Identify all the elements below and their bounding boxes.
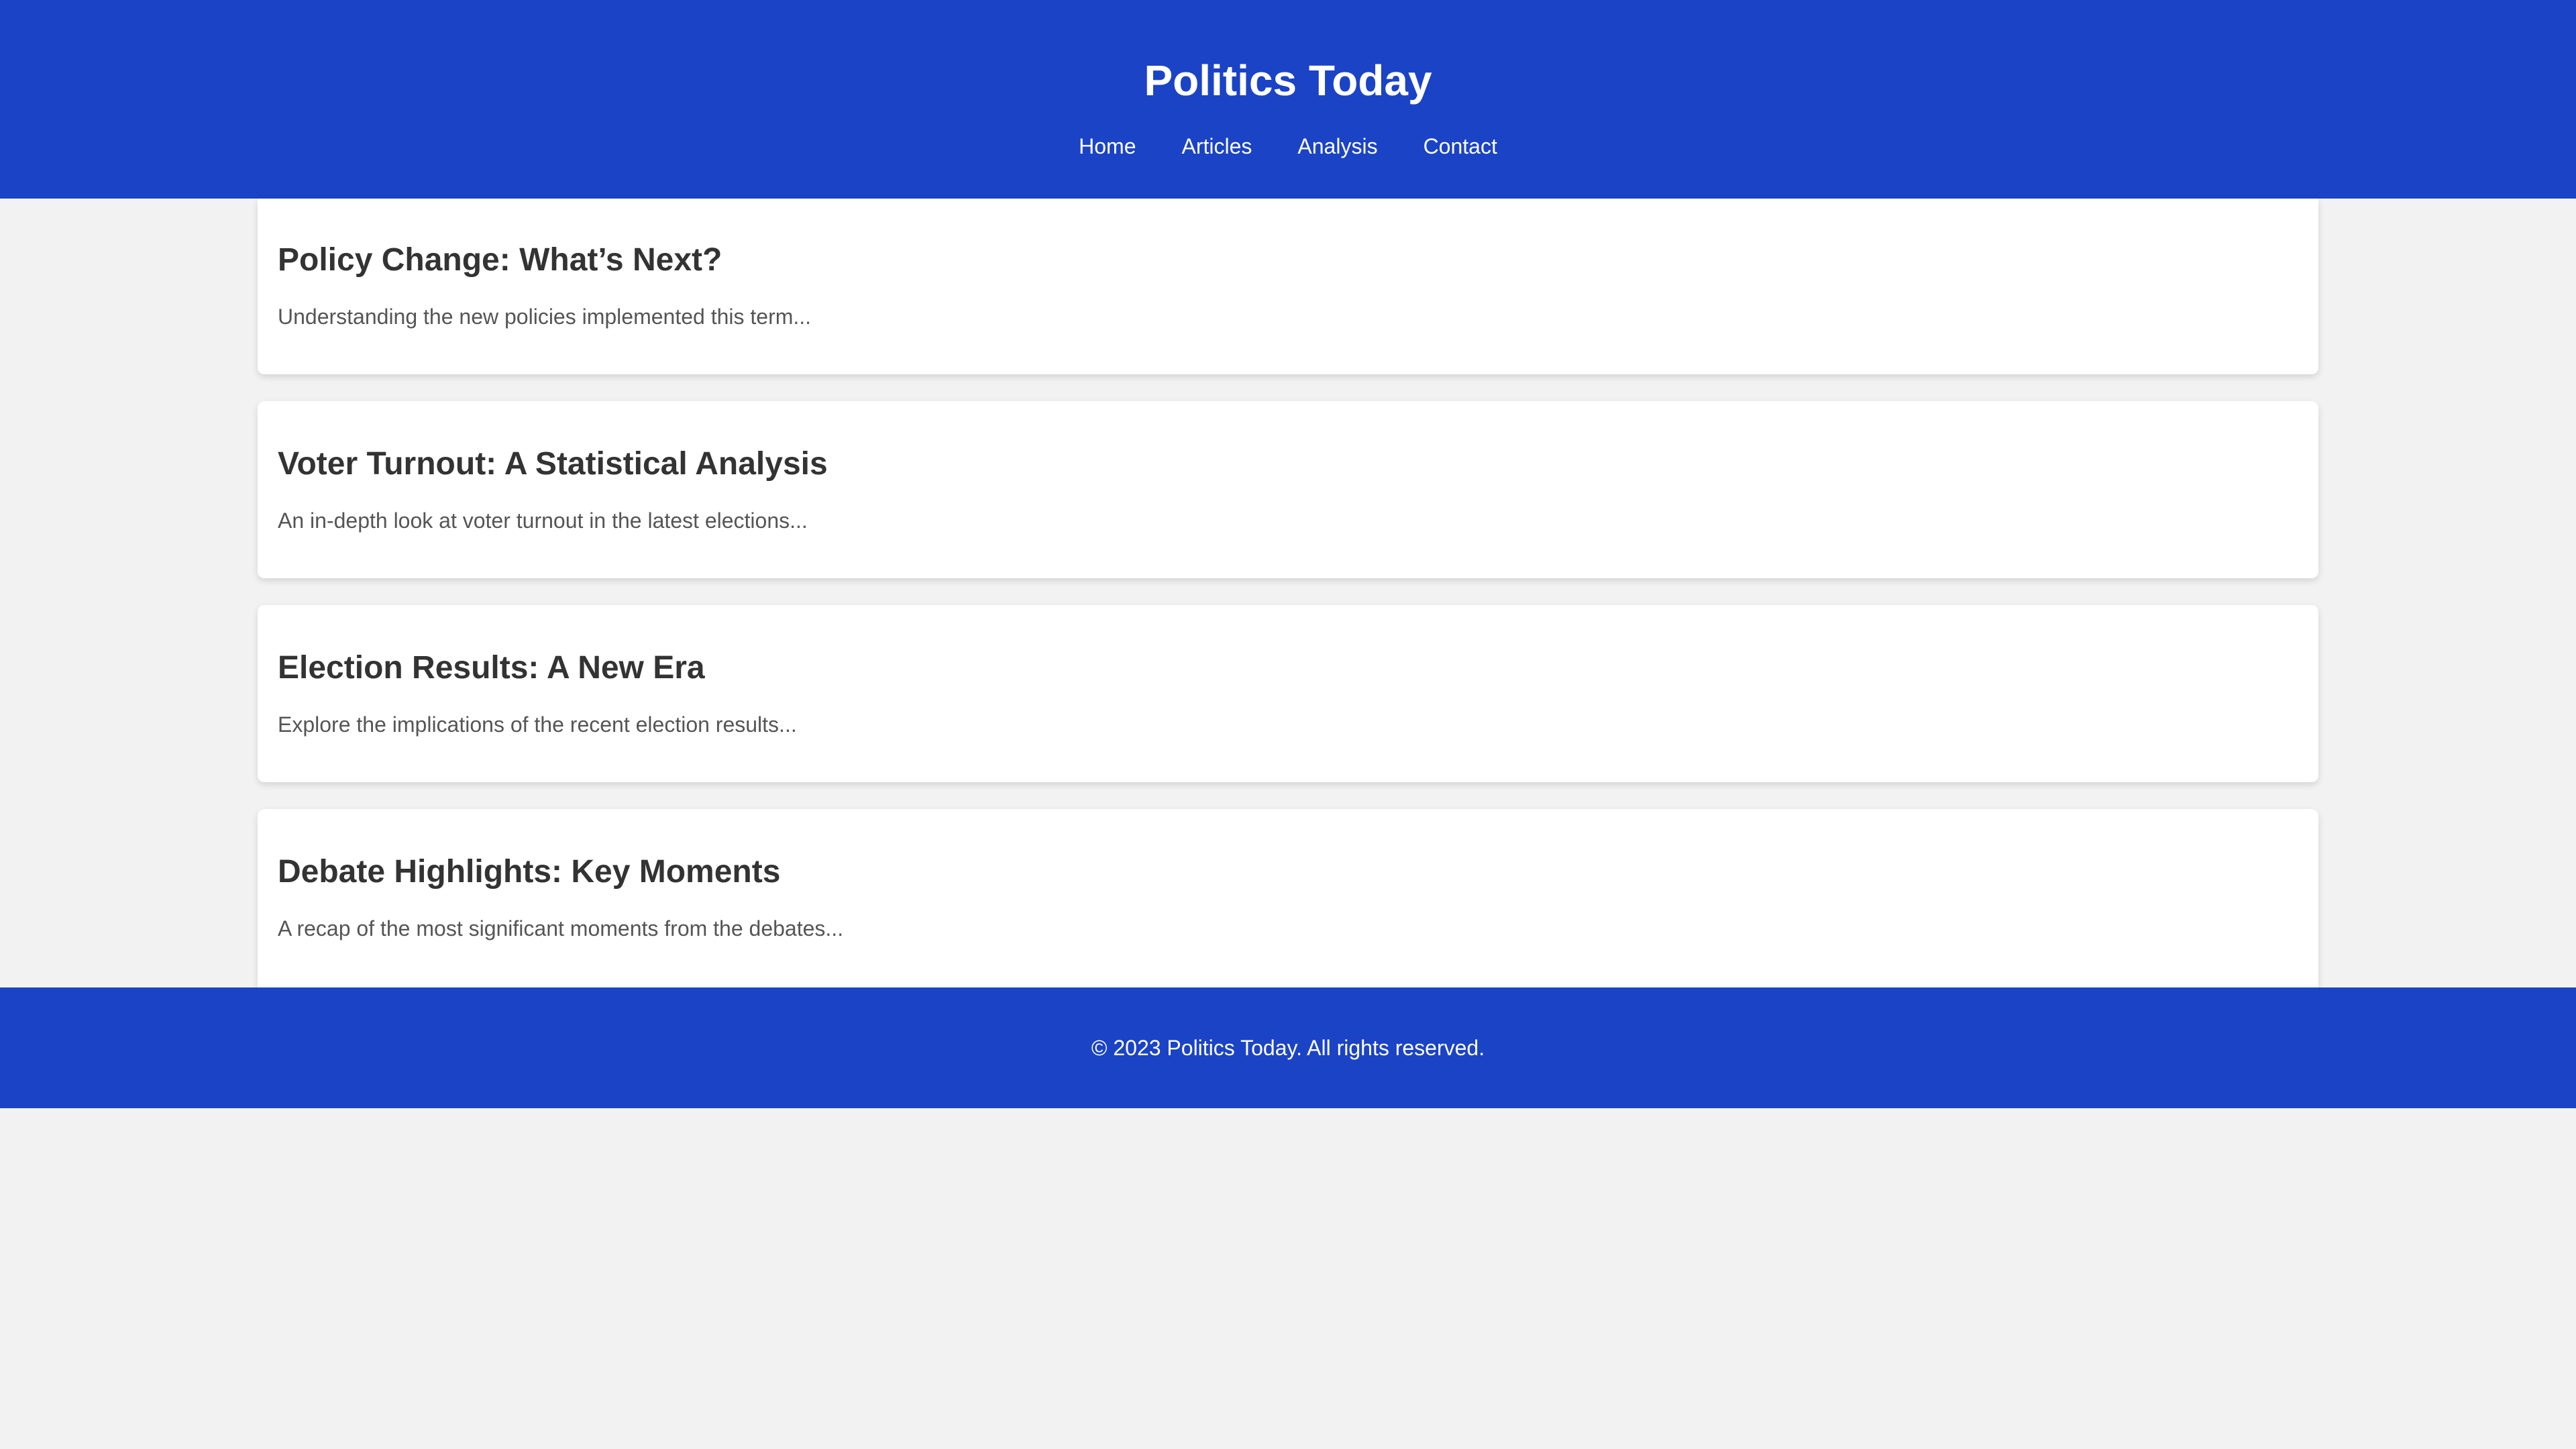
article-card[interactable]: Debate Highlights: Key Moments A recap o…: [258, 809, 2318, 987]
article-summary: An in-depth look at voter turnout in the…: [278, 508, 808, 533]
site-footer: © 2023 Politics Today. All rights reserv…: [0, 987, 2576, 1108]
article-title[interactable]: Voter Turnout: A Statistical Analysis: [278, 444, 828, 484]
nav-link-home[interactable]: Home: [1079, 129, 1136, 164]
article-title[interactable]: Election Results: A New Era: [278, 648, 705, 688]
copyright-text: © 2023 Politics Today. All rights reserv…: [1091, 1036, 1485, 1060]
site-title: Politics Today: [1144, 56, 1432, 105]
article-title[interactable]: Debate Highlights: Key Moments: [278, 852, 780, 892]
article-summary: A recap of the most significant moments …: [278, 916, 844, 941]
nav-link-contact[interactable]: Contact: [1424, 129, 1497, 164]
article-summary: Explore the implications of the recent e…: [278, 712, 797, 737]
article-card[interactable]: Policy Change: What’s Next? Understandin…: [258, 199, 2318, 374]
article-summary: Understanding the new policies implement…: [278, 305, 812, 329]
nav-link-analysis[interactable]: Analysis: [1297, 129, 1377, 164]
main-nav: Home Articles Analysis Contact: [0, 129, 2576, 164]
site-header: Politics Today Home Articles Analysis Co…: [0, 0, 2576, 199]
nav-link-articles[interactable]: Articles: [1182, 129, 1252, 164]
article-card[interactable]: Voter Turnout: A Statistical Analysis An…: [258, 401, 2318, 578]
article-card[interactable]: Election Results: A New Era Explore the …: [258, 605, 2318, 782]
article-title[interactable]: Policy Change: What’s Next?: [278, 240, 722, 280]
